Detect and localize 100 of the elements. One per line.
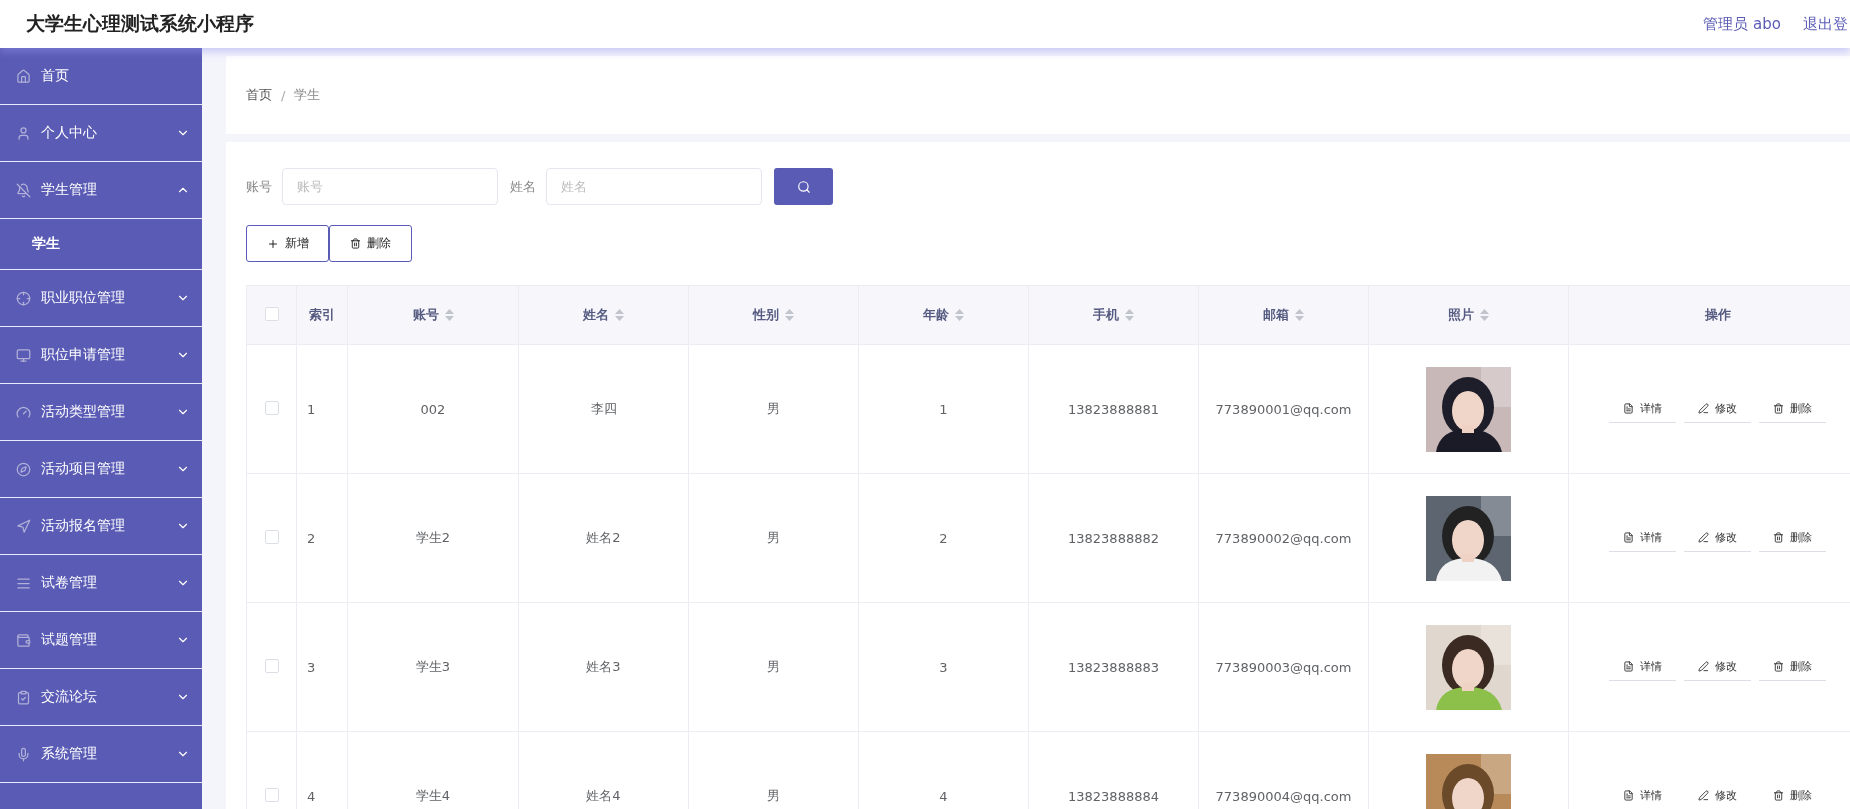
crosshair-icon <box>16 290 31 306</box>
field-label: 账号 <box>246 177 272 196</box>
row-checkbox[interactable] <box>264 658 279 673</box>
menu-item[interactable]: 个人中心 <box>0 105 202 162</box>
column-header[interactable]: 性别 <box>688 285 859 345</box>
breadcrumb-item[interactable]: 学生 <box>294 86 321 104</box>
column-header[interactable]: 姓名 <box>518 285 689 345</box>
table-cell: 学生3 <box>347 602 519 732</box>
menu-label: 试题管理 <box>41 631 98 649</box>
table-cell: 3 <box>296 602 348 732</box>
column-header[interactable]: 手机 <box>1028 285 1199 345</box>
table-cell: 4 <box>858 731 1029 809</box>
menu-item[interactable]: 试卷管理 <box>0 555 202 612</box>
table-cell: 男 <box>688 731 859 809</box>
delete-button[interactable]: 删除 <box>329 225 412 262</box>
column-header[interactable]: 账号 <box>347 285 519 345</box>
sort-icon[interactable] <box>1480 309 1489 321</box>
table-cell: 13823888884 <box>1028 731 1199 809</box>
menu-label: 交流论坛 <box>41 688 98 706</box>
sort-icon[interactable] <box>955 309 964 321</box>
table-cell: 学生2 <box>347 473 519 603</box>
row-checkbox[interactable] <box>264 787 279 802</box>
menu-item[interactable]: 职位申请管理 <box>0 327 202 384</box>
pencil-icon <box>1698 661 1709 672</box>
column-title: 性别 <box>753 306 779 324</box>
row-checkbox[interactable] <box>264 400 279 415</box>
column-header[interactable]: 照片 <box>1368 285 1569 345</box>
search-button[interactable] <box>774 168 833 205</box>
user-name[interactable]: 管理员 abo <box>1703 14 1781 34</box>
column-title: 照片 <box>1448 306 1474 324</box>
column-title: 账号 <box>412 306 439 324</box>
table-cell: 姓名2 <box>518 473 689 603</box>
sort-icon[interactable] <box>1295 309 1304 321</box>
send-icon <box>16 518 31 534</box>
table-cell: 002 <box>347 344 519 474</box>
menu-label: 个人中心 <box>41 124 98 142</box>
menu-item[interactable]: 活动报名管理 <box>0 498 202 555</box>
wallet-icon <box>16 632 31 648</box>
column-title: 年龄 <box>923 306 949 324</box>
menu-item[interactable]: 首页 <box>0 48 202 105</box>
row-checkbox[interactable] <box>264 529 279 544</box>
table-cell: 姓名3 <box>518 602 689 732</box>
table-cell: 773890001@qq.com <box>1198 344 1369 474</box>
menu-label: 职位申请管理 <box>41 346 126 364</box>
monitor-icon <box>16 347 31 363</box>
table-cell: 13823888883 <box>1028 602 1199 732</box>
trash-icon <box>1773 790 1784 801</box>
document-icon <box>1623 403 1634 414</box>
table-cell: 男 <box>688 344 859 474</box>
table-cell: 13823888881 <box>1028 344 1199 474</box>
table-cell: 773890003@qq.com <box>1198 602 1369 732</box>
gauge-icon <box>16 404 31 420</box>
plus-icon <box>266 237 279 250</box>
document-icon <box>1623 790 1634 801</box>
trash-icon <box>1773 532 1784 543</box>
pencil-icon <box>1698 532 1709 543</box>
app-title: 大学生心理测试系统小程序 <box>26 11 254 36</box>
select-all-checkbox[interactable] <box>264 306 279 321</box>
menu-item[interactable]: 交流论坛 <box>0 669 202 726</box>
column-title: 邮箱 <box>1263 306 1289 324</box>
trash-icon <box>1773 661 1784 672</box>
trash-icon <box>350 238 361 249</box>
menu-item[interactable]: 系统管理 <box>0 726 202 783</box>
column-title: 姓名 <box>583 306 609 324</box>
breadcrumb-item[interactable]: 首页 <box>246 86 272 104</box>
table-cell: 3 <box>858 602 1029 732</box>
menu-label: 首页 <box>41 67 70 85</box>
menu-item[interactable]: 职业职位管理 <box>0 270 202 327</box>
table-cell: 1 <box>296 344 348 474</box>
pencil-icon <box>1698 403 1709 414</box>
column-header[interactable]: 年龄 <box>858 285 1029 345</box>
table-cell: 男 <box>688 602 859 732</box>
table-cell: 2 <box>296 473 348 603</box>
sort-icon[interactable] <box>1125 309 1134 321</box>
search-field[interactable]: 账号 <box>282 168 498 205</box>
table-cell: 1 <box>858 344 1029 474</box>
menu-item[interactable]: 活动项目管理 <box>0 441 202 498</box>
table-cell: 4 <box>296 731 348 809</box>
sort-icon[interactable] <box>785 309 794 321</box>
sort-icon[interactable] <box>444 309 454 321</box>
column-header[interactable]: 邮箱 <box>1198 285 1369 345</box>
menu-item[interactable]: 活动类型管理 <box>0 384 202 441</box>
column-title: 索引 <box>309 306 335 324</box>
compass-icon <box>16 461 31 477</box>
menu-label: 活动报名管理 <box>41 517 126 535</box>
menu-label: 学生管理 <box>41 181 98 199</box>
table-cell: 男 <box>688 473 859 603</box>
logout-link[interactable]: 退出登 <box>1803 14 1848 34</box>
menu-item[interactable]: 试题管理 <box>0 612 202 669</box>
search-field[interactable]: 姓名 <box>546 168 762 205</box>
add-button[interactable]: 新增 <box>246 225 329 262</box>
table-cell: 773890002@qq.com <box>1198 473 1369 603</box>
menu-label: 试卷管理 <box>41 574 98 592</box>
field-label: 姓名 <box>510 177 536 196</box>
list-icon <box>16 575 31 591</box>
sort-icon[interactable] <box>615 309 624 321</box>
breadcrumb-separator: / <box>281 87 286 103</box>
clipboard-check-icon <box>16 689 31 705</box>
menu-label: 活动类型管理 <box>41 403 126 421</box>
table-cell: 学生4 <box>347 731 519 809</box>
